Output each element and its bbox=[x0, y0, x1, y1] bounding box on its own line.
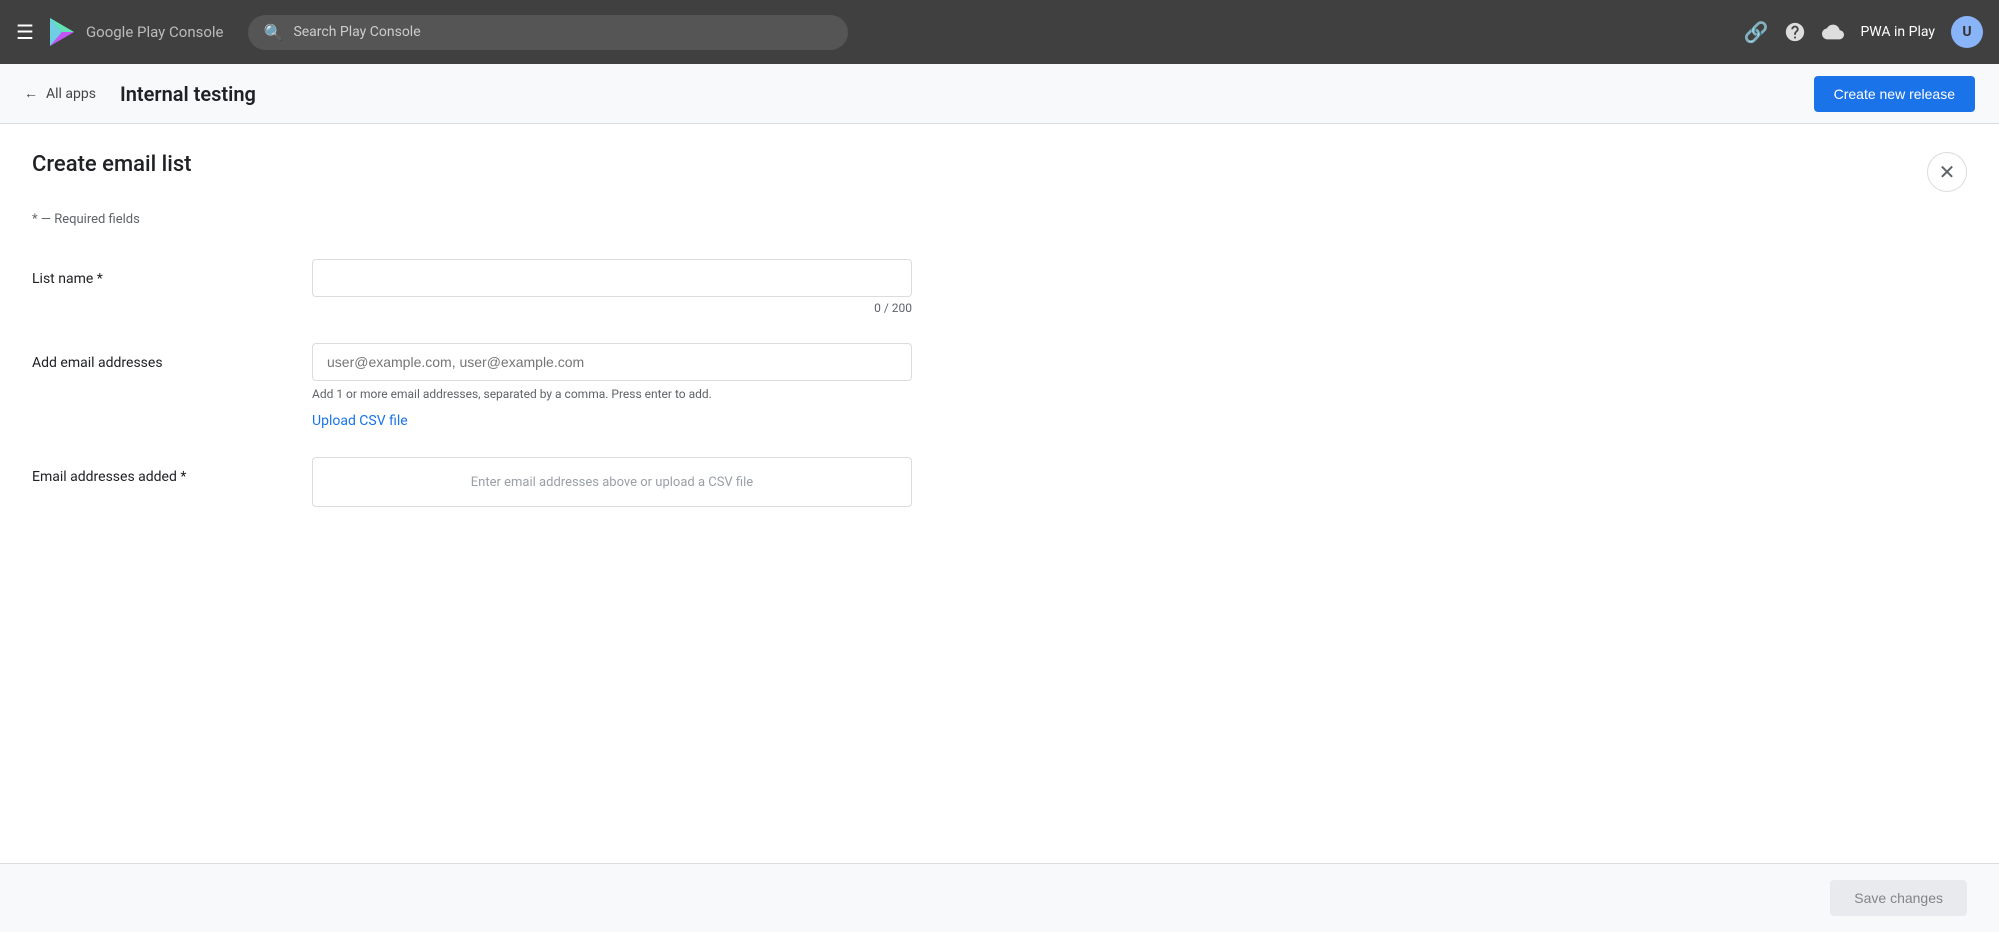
modal-overlay: Create email list ✕ * — Required fields … bbox=[0, 124, 1999, 932]
google-play-logo-icon bbox=[46, 16, 78, 48]
list-name-input[interactable] bbox=[312, 259, 912, 297]
user-avatar[interactable]: U bbox=[1951, 16, 1983, 48]
list-name-control-wrap: 0 / 200 bbox=[312, 259, 912, 315]
modal-footer: Save changes bbox=[0, 863, 1999, 932]
sub-nav: ← All apps Internal testing Create new r… bbox=[0, 64, 1999, 124]
top-nav: ☰ Google Play Console 🔍 Search Play Cons… bbox=[0, 0, 1999, 64]
modal-title: Create email list bbox=[32, 152, 192, 177]
add-email-input[interactable] bbox=[312, 343, 912, 381]
help-icon-button[interactable] bbox=[1784, 21, 1806, 43]
upload-csv-link[interactable]: Upload CSV file bbox=[312, 413, 408, 429]
required-fields-note: * — Required fields bbox=[32, 212, 1967, 227]
email-addresses-added-row: Email addresses added * Enter email addr… bbox=[32, 457, 1967, 507]
add-email-helper-text: Add 1 or more email addresses, separated… bbox=[312, 387, 912, 401]
create-email-list-modal: Create email list ✕ * — Required fields … bbox=[0, 124, 1999, 932]
search-icon: 🔍 bbox=[264, 23, 284, 42]
nav-logo: Google Play Console bbox=[46, 16, 224, 48]
search-bar[interactable]: 🔍 Search Play Console bbox=[248, 15, 848, 50]
list-name-label: List name * bbox=[32, 259, 312, 287]
hamburger-menu[interactable]: ☰ bbox=[16, 20, 34, 44]
link-icon-button[interactable]: 🔗 bbox=[1744, 20, 1769, 44]
email-added-label: Email addresses added * bbox=[32, 457, 312, 485]
cloud-icon-button[interactable] bbox=[1822, 21, 1844, 43]
email-added-control-wrap: Enter email addresses above or upload a … bbox=[312, 457, 912, 507]
list-name-char-count: 0 / 200 bbox=[312, 301, 912, 315]
email-added-display-box: Enter email addresses above or upload a … bbox=[312, 457, 912, 507]
add-email-addresses-row: Add email addresses Add 1 or more email … bbox=[32, 343, 1967, 429]
back-arrow-icon: ← bbox=[24, 85, 38, 102]
modal-header: Create email list ✕ bbox=[0, 124, 1999, 212]
modal-content: * — Required fields List name * 0 / 200 … bbox=[0, 212, 1999, 863]
nav-app-name: PWA in Play bbox=[1860, 24, 1935, 40]
modal-close-button[interactable]: ✕ bbox=[1927, 152, 1967, 192]
create-new-release-button[interactable]: Create new release bbox=[1814, 76, 1975, 112]
search-placeholder-text: Search Play Console bbox=[293, 24, 420, 40]
add-email-label: Add email addresses bbox=[32, 343, 312, 371]
nav-right-actions: 🔗 PWA in Play U bbox=[1744, 16, 1983, 48]
back-to-all-apps[interactable]: ← All apps bbox=[24, 85, 96, 102]
list-name-row: List name * 0 / 200 bbox=[32, 259, 1967, 315]
hamburger-icon: ☰ bbox=[16, 20, 34, 44]
save-changes-button[interactable]: Save changes bbox=[1830, 880, 1967, 916]
back-label: All apps bbox=[46, 86, 96, 102]
add-email-control-wrap: Add 1 or more email addresses, separated… bbox=[312, 343, 912, 429]
nav-logo-text: Google Play Console bbox=[86, 23, 224, 41]
page-title: Internal testing bbox=[120, 82, 256, 106]
